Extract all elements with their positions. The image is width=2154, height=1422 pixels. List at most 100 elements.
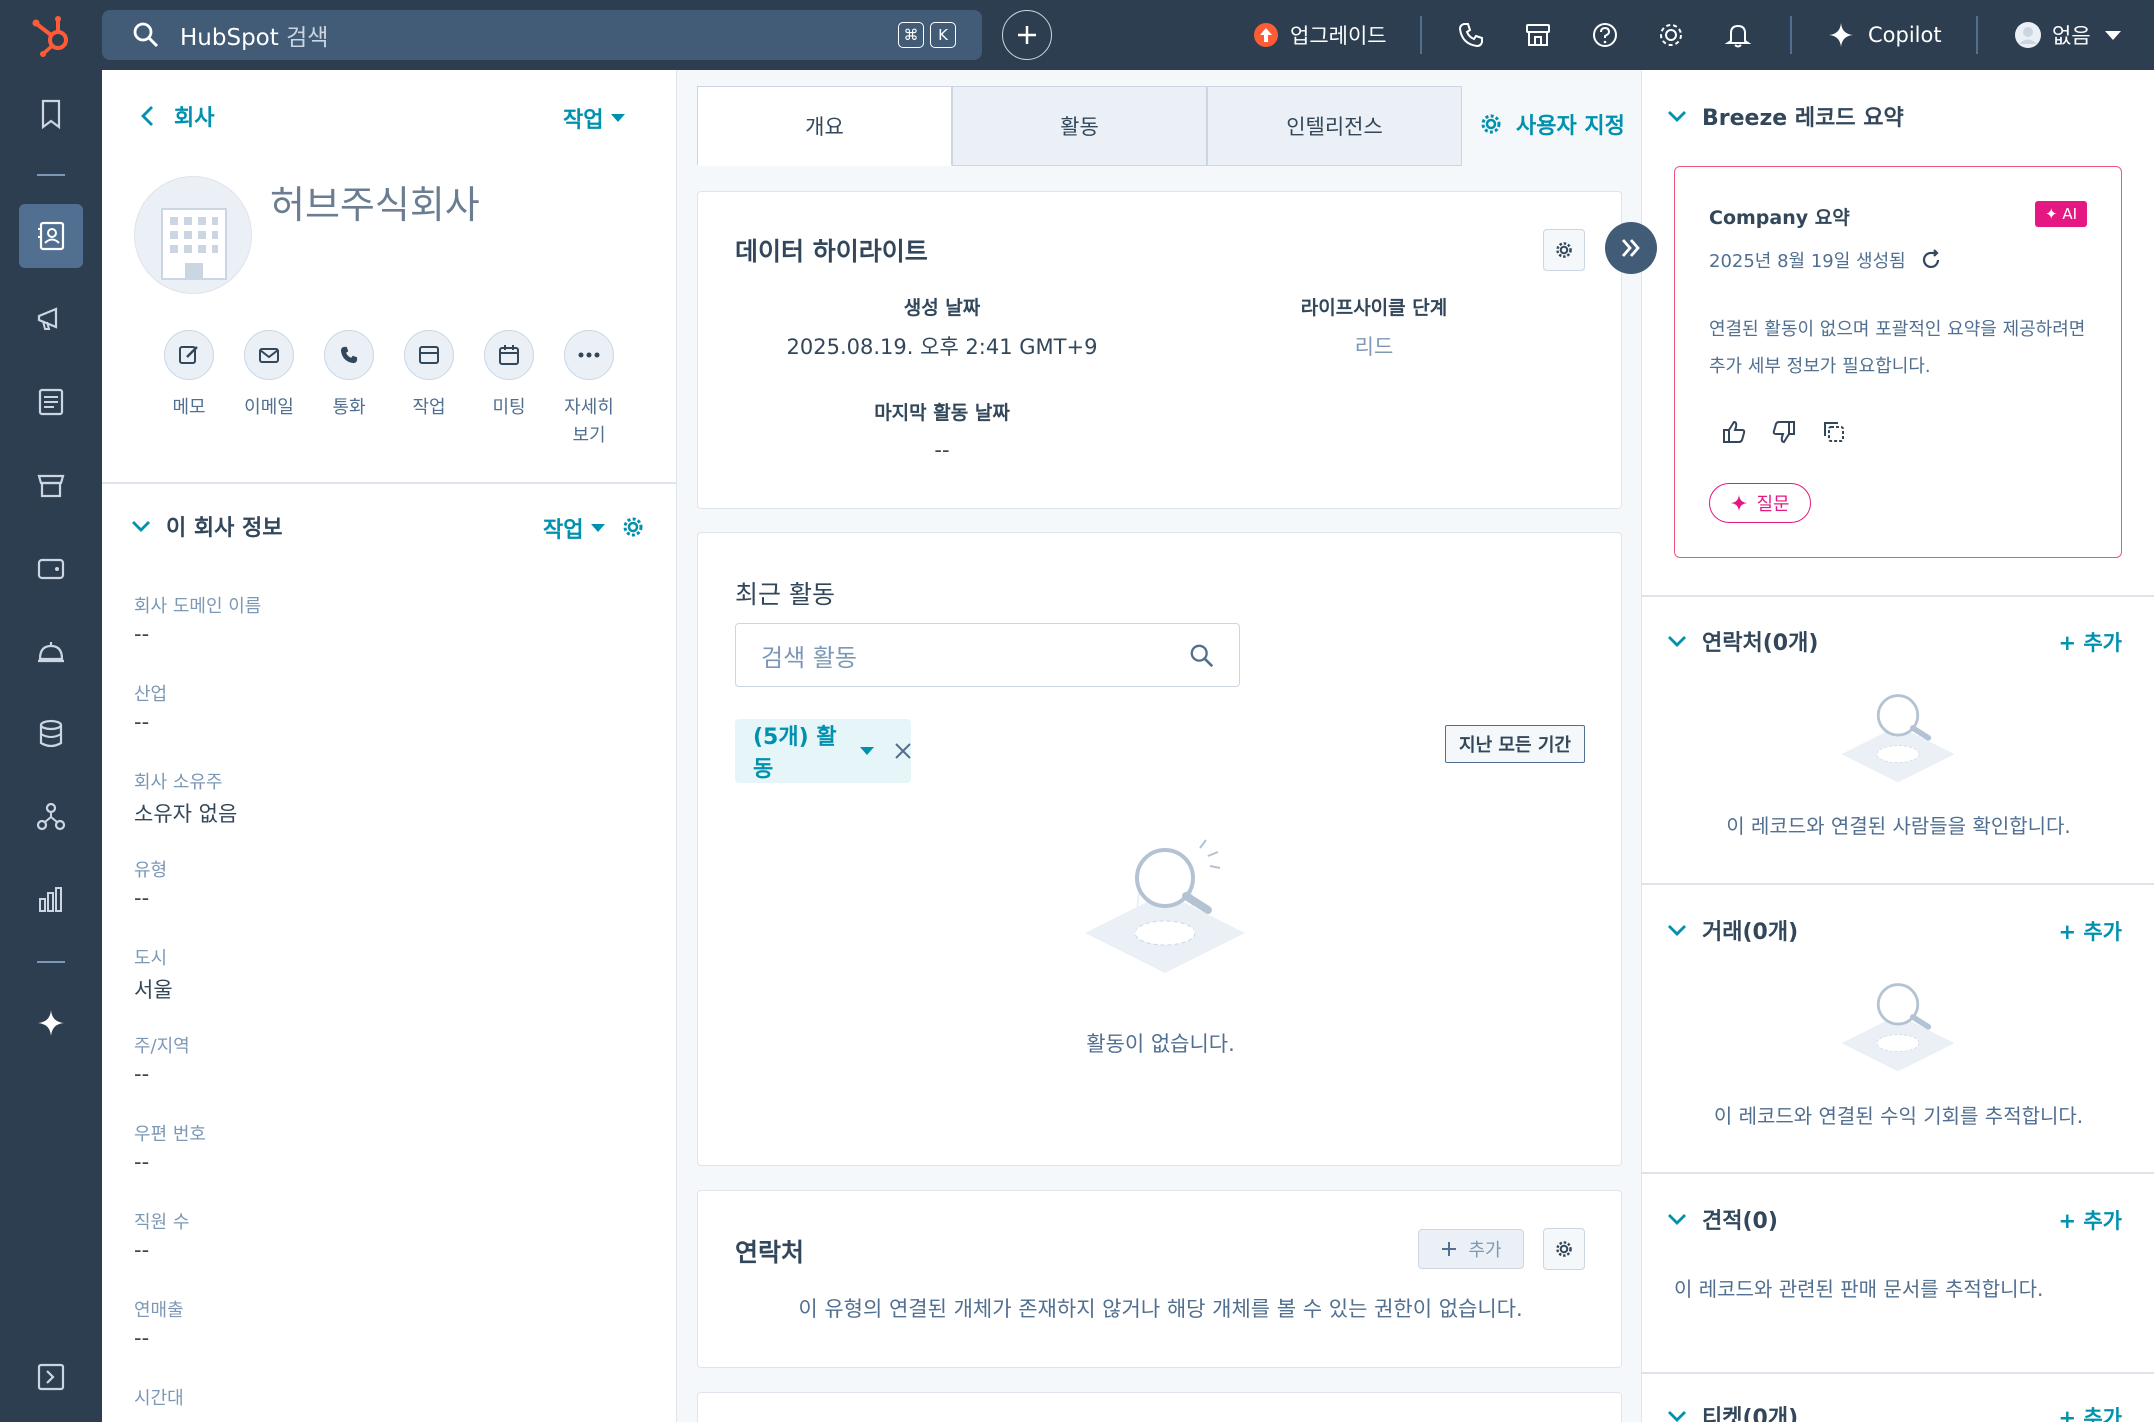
chevron-down-icon [1668,1214,1686,1225]
tickets-association-toggle[interactable]: 티켓(0개) [1666,1400,1798,1422]
upgrade-label: 업그레이드 [1290,24,1387,48]
about-section-toggle[interactable]: 이 회사 정보 [130,510,283,542]
plus-icon [1018,26,1036,44]
highlights-settings-button[interactable] [1543,229,1585,271]
email-icon [259,348,279,363]
rail-divider [37,174,65,176]
nav-separator [1790,16,1792,54]
quick-action-email[interactable]: 이메일 [234,330,304,422]
ai-summary-card: Company 요약 ✦ AI 2025년 8월 19일 생성됨 연결된 활동이… [1674,166,2122,558]
commerce-store-icon[interactable] [34,468,68,502]
account-label: 없음 [2052,24,2091,48]
database-icon[interactable] [34,717,68,751]
hubspot-logo-icon[interactable] [28,12,74,58]
last-activity-label: 마지막 활동 날짜 [874,402,1010,424]
content-icon[interactable] [34,385,68,419]
create-new-button[interactable] [1002,10,1052,60]
activity-search-placeholder: 검색 활동 [761,643,857,672]
lifecycle-stage-label: 라이프사이클 단계 [1300,297,1448,319]
field-value-city[interactable]: 서울 [134,974,173,1004]
phone-icon[interactable] [1456,20,1486,50]
wallet-icon[interactable] [34,551,68,585]
thumbs-down-icon[interactable] [1771,419,1797,445]
record-actions-dropdown[interactable]: 작업 [563,102,626,134]
regenerate-icon[interactable] [1920,248,1944,272]
calendar-icon [499,345,519,365]
marketing-megaphone-icon[interactable] [34,302,68,336]
field-value-domain[interactable]: -- [134,622,149,646]
contacts-settings-button[interactable] [1543,1228,1585,1270]
about-section-title: 이 회사 정보 [166,516,283,541]
more-ellipsis-icon [578,352,600,358]
activity-empty-text: 활동이 없습니다. [1086,1032,1235,1056]
thumbs-up-icon[interactable] [1721,419,1747,445]
global-search[interactable]: HubSpot 검색 ⌘ K [102,10,982,60]
collapse-right-sidebar-button[interactable] [1605,222,1657,274]
field-value-state[interactable]: -- [134,1062,149,1086]
close-icon[interactable] [894,742,911,760]
field-value-type[interactable]: -- [134,886,149,910]
tab-activities[interactable]: 활동 [952,86,1207,166]
caret-down-icon [591,524,606,532]
data-highlights-title: 데이터 하이라이트 [735,237,928,266]
marketplace-icon[interactable] [1523,20,1553,50]
lifecycle-stage-value[interactable]: 리드 [1174,331,1574,361]
field-value-owner[interactable]: 소유자 없음 [134,798,237,828]
tab-intelligence[interactable]: 인텔리전스 [1207,86,1462,166]
search-icon [1190,644,1214,668]
recent-activity-title: 최근 활동 [735,580,835,609]
copilot-button[interactable]: Copilot [1828,0,1942,70]
about-actions-dropdown[interactable]: 작업 [543,512,606,544]
notifications-bell-icon[interactable] [1723,20,1753,50]
reporting-chart-icon[interactable] [34,883,68,917]
bookmark-icon[interactable] [34,97,68,131]
contacts-add-button[interactable]: 추가 [1418,1229,1524,1269]
quick-action-note[interactable]: 메모 [154,330,224,422]
period-filter-button[interactable]: 지난 모든 기간 [1445,725,1585,763]
quick-action-meeting[interactable]: 미팅 [474,330,544,422]
settings-gear-icon[interactable] [1656,20,1686,50]
field-value-postal[interactable]: -- [134,1150,149,1174]
quick-action-more[interactable]: 자세히 보기 [554,330,624,450]
quick-action-call[interactable]: 통화 [314,330,384,422]
company-avatar[interactable] [134,176,252,294]
breeze-sparkle-icon[interactable] [34,1006,68,1040]
empty-state-magnifier-icon [1085,839,1245,973]
upgrade-button[interactable]: 업그레이드 [1254,0,1387,70]
breeze-summary-toggle[interactable]: Breeze 레코드 요약 [1666,100,1904,132]
deals-association-toggle[interactable]: 거래(0개) [1666,914,1798,946]
add-contact-link[interactable]: + 추가 [2058,627,2122,657]
tab-overview[interactable]: 개요 [697,86,952,166]
activity-filter-chip[interactable]: (5개) 활동 [735,719,911,783]
contacts-association-toggle[interactable]: 연락처(0개) [1666,625,1818,657]
company-name[interactable]: 허브주식회사 [270,174,480,229]
ask-question-button[interactable]: 질문 [1709,483,1811,523]
field-value-employees[interactable]: -- [134,1238,149,1262]
service-bell-icon[interactable] [34,634,68,668]
field-value-industry[interactable]: -- [134,710,149,734]
field-label-revenue: 연매출 [134,1300,184,1321]
field-label-type: 유형 [134,860,168,881]
account-menu[interactable]: 없음 [2014,0,2121,70]
quick-action-task[interactable]: 작업 [394,330,464,422]
upgrade-arrow-icon [1254,23,1278,47]
copy-icon[interactable] [1821,419,1847,445]
nav-separator [1420,16,1422,54]
help-icon[interactable] [1590,20,1620,50]
back-to-companies-link[interactable]: 회사 [138,100,214,132]
add-deal-link[interactable]: + 추가 [2058,916,2122,946]
sparkle-icon [1731,494,1748,512]
activity-search-input[interactable]: 검색 활동 [735,623,1240,687]
ai-badge: ✦ AI [2034,201,2087,227]
expand-sidebar-icon[interactable] [34,1360,68,1394]
field-value-revenue[interactable]: -- [134,1326,149,1350]
contacts-card-title: 연락처 [735,1238,805,1267]
add-ticket-link[interactable]: + 추가 [2058,1402,2122,1422]
customize-button[interactable]: 사용자 지정 [1480,108,1625,140]
quotes-association-toggle[interactable]: 견적(0) [1666,1203,1778,1235]
add-quote-link[interactable]: + 추가 [2058,1205,2122,1235]
contacts-icon[interactable] [34,219,68,253]
automation-icon[interactable] [34,800,68,834]
about-settings-gear-icon[interactable] [622,516,644,538]
section-divider [1642,1172,2154,1174]
